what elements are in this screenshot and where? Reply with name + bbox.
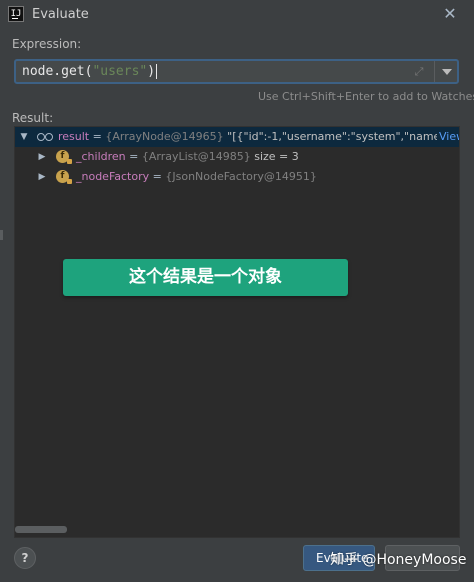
glasses-icon xyxy=(37,133,53,141)
title-bar: IJ Evaluate ✕ xyxy=(0,0,474,30)
result-name: result xyxy=(58,130,90,143)
chevron-down-icon[interactable] xyxy=(442,69,452,75)
close-icon[interactable]: ✕ xyxy=(440,4,460,24)
horizontal-scrollbar[interactable] xyxy=(15,526,67,533)
dropdown-divider xyxy=(434,61,435,82)
result-type: {ArrayNode@14965} xyxy=(105,130,224,143)
watches-hint: Use Ctrl+Shift+Enter to add to Watches xyxy=(258,90,474,103)
text-caret xyxy=(156,64,158,79)
private-lock-icon xyxy=(67,159,72,164)
tree-row-children[interactable]: ▶ f _children = {ArrayList@14985} size =… xyxy=(15,147,459,167)
annotation-banner: 这个结果是一个对象 xyxy=(63,259,348,296)
expression-code[interactable]: node.get("users") xyxy=(22,64,158,79)
collapse-arrow-icon[interactable]: ▼ xyxy=(19,127,29,147)
expression-input[interactable]: node.get("users") ⤢ xyxy=(14,59,459,84)
tree-row-nodefactory[interactable]: ▶ f _nodeFactory = {JsonNodeFactory@1495… xyxy=(15,167,459,187)
expand-arrow-icon[interactable]: ▶ xyxy=(37,147,47,167)
nodefactory-name: _nodeFactory xyxy=(76,170,150,183)
expand-arrow-icon[interactable]: ▶ xyxy=(37,167,47,187)
view-link[interactable]: View xyxy=(437,127,459,147)
expand-icon[interactable]: ⤢ xyxy=(411,64,427,80)
window-edge xyxy=(0,230,3,240)
result-value: "[{"id":-1,"username":"system","name":"s… xyxy=(223,130,460,143)
tree-row-result[interactable]: ▼ result = {ArrayNode@14965} "[{"id":-1,… xyxy=(15,127,460,147)
children-size: size = 3 xyxy=(250,150,299,163)
help-button[interactable]: ? xyxy=(14,547,36,569)
window-title: Evaluate xyxy=(32,7,89,22)
result-tree[interactable]: ▼ result = {ArrayNode@14965} "[{"id":-1,… xyxy=(14,126,460,538)
expression-label: Expression: xyxy=(12,37,82,51)
nodefactory-type: {JsonNodeFactory@14951} xyxy=(165,170,317,183)
watermark: 知乎 @HoneyMoose xyxy=(330,552,467,568)
intellij-icon: IJ xyxy=(8,6,24,22)
result-label: Result: xyxy=(12,111,54,125)
private-lock-icon xyxy=(67,179,72,184)
children-type: {ArrayList@14985} xyxy=(141,150,251,163)
children-name: _children xyxy=(76,150,126,163)
